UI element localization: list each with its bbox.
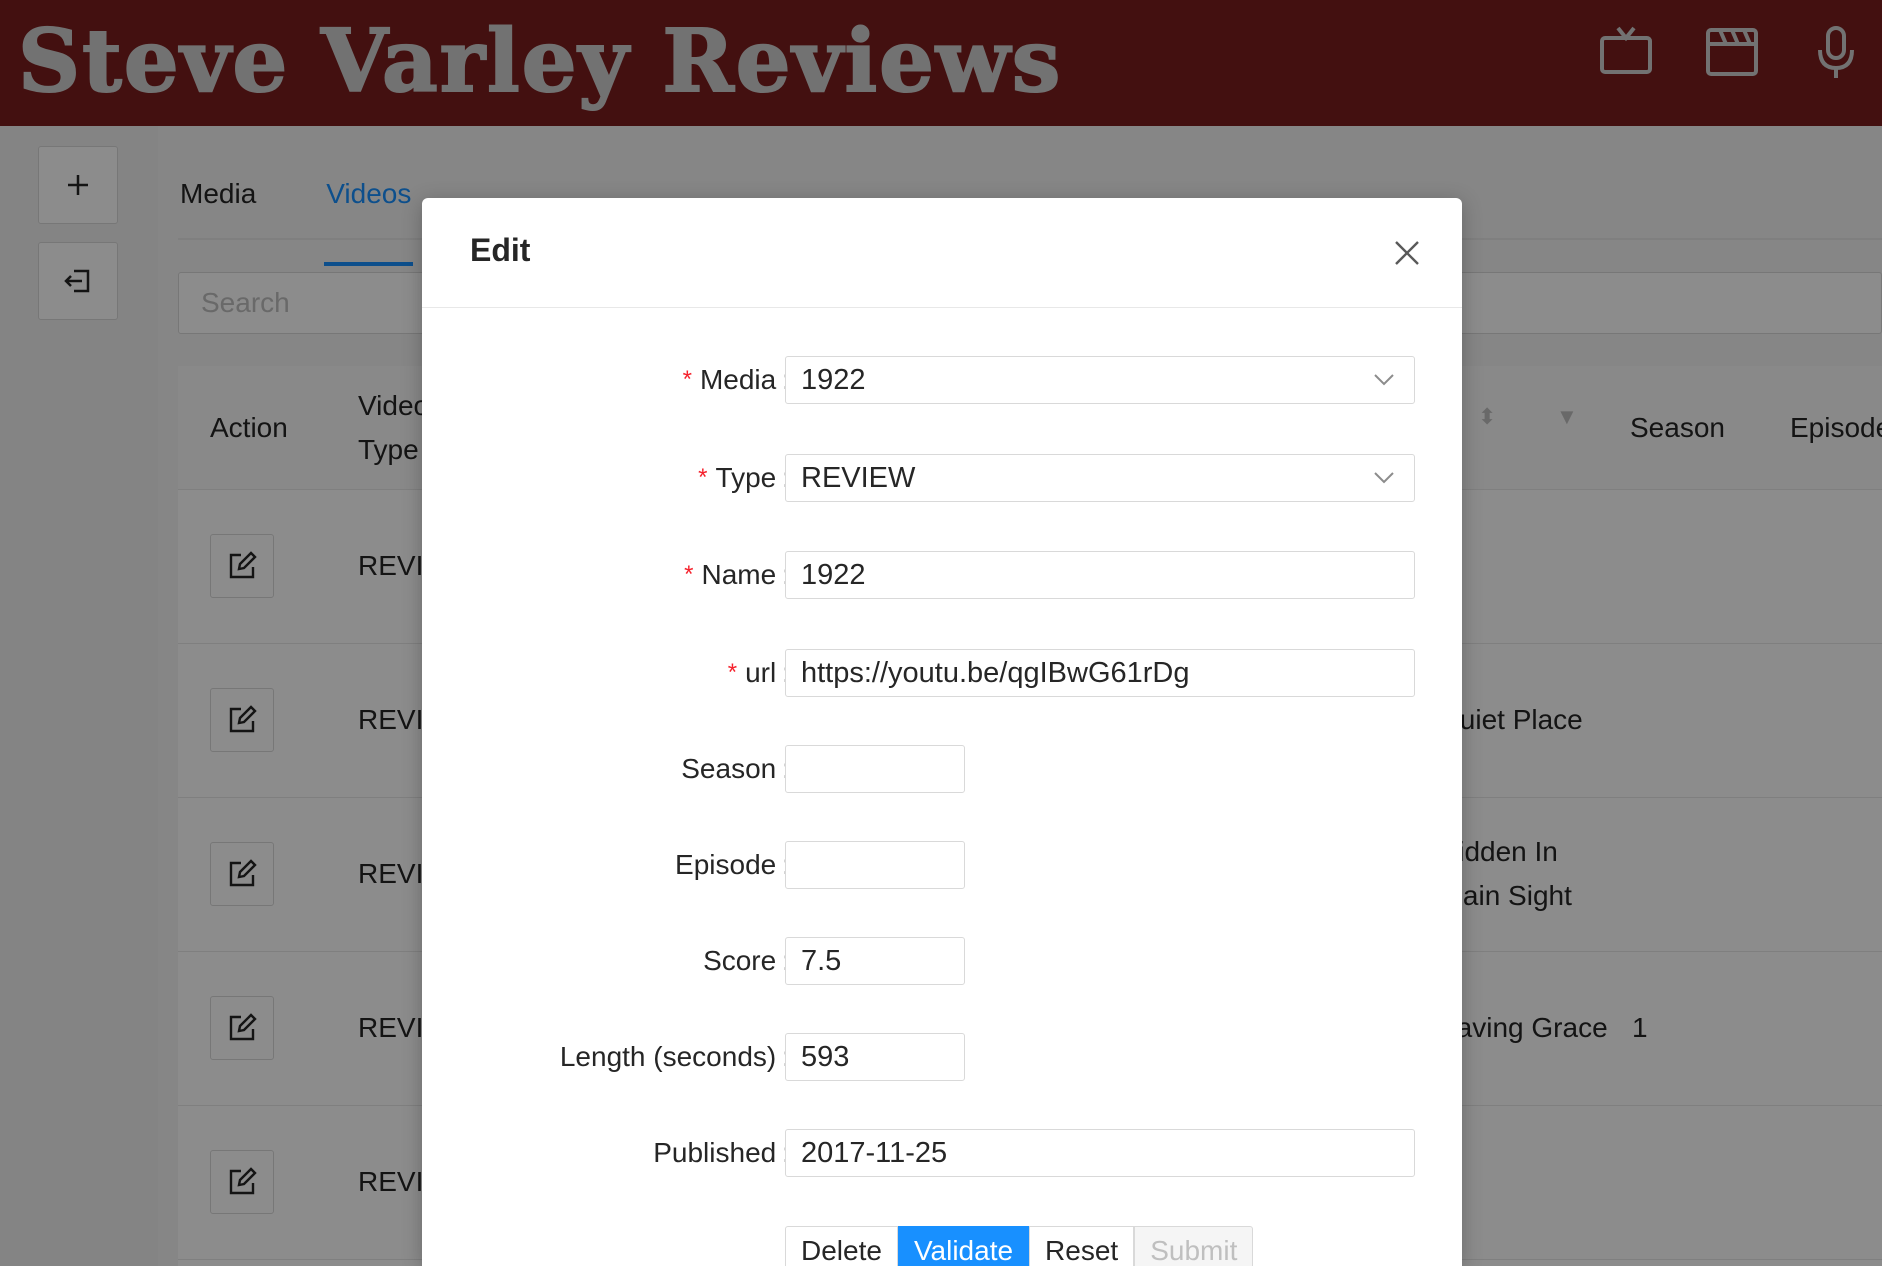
- episode-label: Episode:: [675, 849, 790, 880]
- score-input[interactable]: 7.5: [785, 937, 965, 985]
- form-row-name: *Name: 1922: [422, 551, 1462, 599]
- form-row-published: Published: 2017-11-25: [422, 1129, 1462, 1177]
- name-input[interactable]: 1922: [785, 551, 1415, 599]
- url-label: *url:: [727, 657, 790, 688]
- length-label: Length (seconds):: [559, 1041, 790, 1072]
- form-row-season: Season:: [422, 745, 1462, 793]
- media-label: *Media:: [682, 364, 790, 395]
- submit-button[interactable]: Submit: [1134, 1226, 1254, 1266]
- reset-button[interactable]: Reset: [1029, 1226, 1135, 1266]
- form-row-url: *url: https://youtu.be/qgIBwG61rDg: [422, 649, 1462, 697]
- media-value: 1922: [801, 364, 866, 396]
- name-label: *Name:: [684, 559, 790, 590]
- chevron-down-icon: [1374, 472, 1394, 484]
- edit-modal: Edit *Media: 1922 *Type: REVIEW *Name: 1…: [422, 198, 1462, 1266]
- form-row-episode: Episode:: [422, 841, 1462, 889]
- type-label: *Type:: [698, 462, 790, 493]
- form-row-score: Score: 7.5: [422, 937, 1462, 985]
- required-mark: *: [684, 561, 694, 588]
- season-input[interactable]: [785, 745, 965, 793]
- modal-header: Edit: [422, 198, 1462, 308]
- validate-button[interactable]: Validate: [897, 1226, 1030, 1266]
- form-actions: Delete Validate Reset Submit: [785, 1226, 1254, 1266]
- modal-title: Edit: [470, 232, 531, 268]
- close-icon: [1395, 241, 1419, 265]
- required-mark: *: [682, 366, 692, 393]
- season-label: Season:: [681, 753, 790, 784]
- form-row-media: *Media: 1922: [422, 356, 1462, 404]
- published-label: Published:: [653, 1137, 790, 1168]
- published-input[interactable]: 2017-11-25: [785, 1129, 1415, 1177]
- close-button[interactable]: [1382, 228, 1432, 278]
- chevron-down-icon: [1374, 374, 1394, 386]
- length-input[interactable]: 593: [785, 1033, 965, 1081]
- delete-button[interactable]: Delete: [785, 1226, 898, 1266]
- type-select[interactable]: REVIEW: [785, 454, 1415, 502]
- type-value: REVIEW: [801, 462, 916, 494]
- form-row-type: *Type: REVIEW: [422, 454, 1462, 502]
- episode-input[interactable]: [785, 841, 965, 889]
- required-mark: *: [698, 464, 708, 491]
- required-mark: *: [727, 659, 738, 686]
- score-label: Score:: [703, 945, 790, 976]
- form-row-length: Length (seconds): 593: [422, 1033, 1462, 1081]
- url-input[interactable]: https://youtu.be/qgIBwG61rDg: [785, 649, 1415, 697]
- media-select[interactable]: 1922: [785, 356, 1415, 404]
